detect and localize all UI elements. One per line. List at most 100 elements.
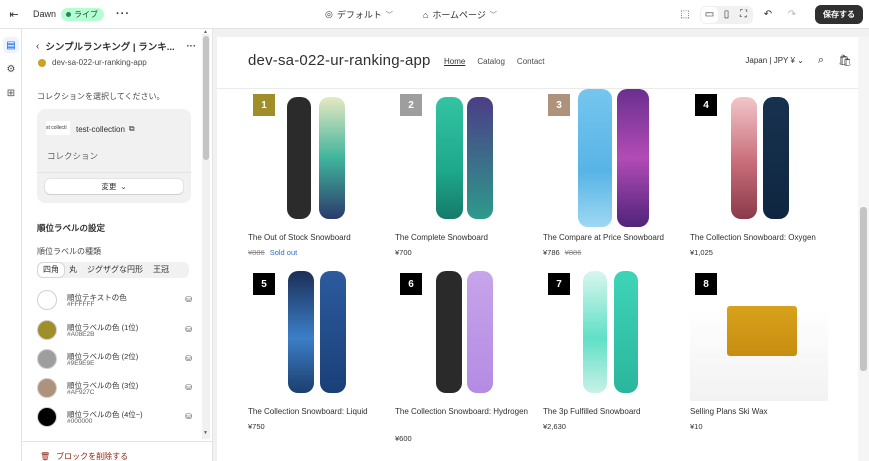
rank-badge: 1 xyxy=(253,94,275,116)
color-setting-row[interactable]: 順位テキストの色 #FFFFFF ⛁ xyxy=(37,290,192,312)
product-title[interactable]: The Collection Snowboard: Oxygen xyxy=(690,232,830,243)
product-price: ¥786 xyxy=(543,248,560,257)
rank-type-label: 順位ラベルの種類 xyxy=(37,247,101,256)
home-icon: ⌂ xyxy=(422,9,429,20)
color-swatch[interactable] xyxy=(37,349,57,369)
template-selector[interactable]: ◎ デフォルト ﹀ xyxy=(325,8,393,21)
product-title[interactable]: The Collection Snowboard: Hydrogen xyxy=(395,406,535,417)
product-image: 2 xyxy=(395,89,533,223)
scrollbar-thumb[interactable] xyxy=(203,36,209,160)
page-selector[interactable]: ⌂ ホームページ ﹀ xyxy=(423,8,497,21)
color-swatch[interactable] xyxy=(37,378,57,398)
fullscreen-icon[interactable]: ⛶ xyxy=(735,7,752,23)
price-row: ¥750 xyxy=(248,422,265,431)
nav-contact[interactable]: Contact xyxy=(517,57,545,66)
product-image: 1 xyxy=(248,89,386,223)
app-embeds-icon[interactable]: ⊞ xyxy=(3,85,19,101)
color-setting-hex: #AF927C xyxy=(67,389,95,396)
save-button[interactable]: 保存する xyxy=(815,5,863,24)
snowboard-image xyxy=(287,97,311,219)
change-collection-button[interactable]: 変更 ⌄ xyxy=(45,179,183,194)
dynamic-source-icon[interactable]: ⛁ xyxy=(185,412,192,421)
color-setting-row[interactable]: 順位ラベルの色 (2位) #9E9E9E ⛁ xyxy=(37,349,192,371)
color-setting-row[interactable]: 順位ラベルの色 (3位) #AF927C ⛁ xyxy=(37,378,192,400)
mobile-icon[interactable]: ▯ xyxy=(718,7,735,23)
collection-link[interactable]: test-collection ⧉ xyxy=(76,124,135,134)
exit-icon[interactable]: ⇤ xyxy=(5,5,23,23)
nav-catalog[interactable]: Catalog xyxy=(477,57,505,66)
undo-icon[interactable]: ↶ xyxy=(759,6,777,24)
scroll-up-icon[interactable]: ▲ xyxy=(203,29,208,35)
product-price: ¥1,025 xyxy=(690,248,713,257)
template-controls: ◎ デフォルト ﹀ ⌂ ホームページ ﹀ xyxy=(325,0,497,29)
snowboard-image xyxy=(320,271,346,393)
device-toggle-group: ▭ ▯ ⛶ xyxy=(700,5,753,24)
rank-badge: 2 xyxy=(400,94,422,116)
rank-type-square[interactable]: 四角 xyxy=(38,263,64,277)
desktop-icon[interactable]: ▭ xyxy=(701,6,718,23)
product-title[interactable]: The Compare at Price Snowboard xyxy=(543,232,683,243)
scroll-down-icon[interactable]: ▼ xyxy=(203,430,208,436)
live-badge-label: ライブ xyxy=(74,9,99,19)
scrollbar-thumb[interactable] xyxy=(860,207,867,371)
price-row: ¥10 xyxy=(690,422,703,431)
snowboard-image xyxy=(319,97,345,219)
theme-settings-icon[interactable]: ⚙ xyxy=(3,61,19,77)
search-icon[interactable]: ⌕ xyxy=(818,54,824,67)
back-icon[interactable]: ‹ xyxy=(36,41,39,52)
rank-type-zigzag[interactable]: ジグザグな円形 xyxy=(82,263,148,277)
product-price: ¥600 xyxy=(395,434,412,443)
product-image: 8 xyxy=(690,268,828,402)
dynamic-source-icon[interactable]: ⛁ xyxy=(185,354,192,363)
sections-icon[interactable]: ▤ xyxy=(3,37,19,53)
product-image: 4 xyxy=(690,89,828,223)
product-title[interactable]: The Out of Stock Snowboard xyxy=(248,232,388,243)
product-title[interactable]: The 3p Fulfilled Snowboard xyxy=(543,406,683,417)
dynamic-source-icon[interactable]: ⛁ xyxy=(185,383,192,392)
inspector-icon[interactable]: ⬚ xyxy=(676,6,694,24)
divider xyxy=(22,441,212,442)
product-title[interactable]: The Complete Snowboard xyxy=(395,232,535,243)
collection-type-label: コレクション xyxy=(47,151,99,161)
product-title[interactable]: The Collection Snowboard: Liquid xyxy=(248,406,388,417)
color-swatch[interactable] xyxy=(37,407,57,427)
collection-picker: st collecti test-collection ⧉ コレクション 変更 … xyxy=(37,109,191,203)
cart-icon[interactable]: 🛍 xyxy=(838,54,852,67)
product-title[interactable]: Selling Plans Ski Wax xyxy=(690,406,830,417)
color-setting-row[interactable]: 順位ラベルの色 (1位) #A08E2B ⛁ xyxy=(37,320,192,342)
rank-type-crown[interactable]: 王冠 xyxy=(148,263,174,277)
panel-scrollbar[interactable] xyxy=(202,34,210,439)
chevron-down-icon: ⌄ xyxy=(120,182,127,191)
chevron-down-icon: ﹀ xyxy=(489,11,497,19)
price-row: ¥700 xyxy=(395,248,412,257)
rank-badge: 7 xyxy=(548,273,570,295)
rank-type-circle[interactable]: 丸 xyxy=(64,263,82,277)
remove-block-button[interactable]: 🗑 ブロックを削除する xyxy=(40,451,128,461)
compare-at-price: ¥886 xyxy=(564,248,582,257)
template-selector-label: デフォルト xyxy=(336,10,382,20)
live-dot-icon xyxy=(66,11,72,17)
preview-scrollbar[interactable] xyxy=(858,37,869,461)
store-logo-text[interactable]: dev-sa-022-ur-ranking-app xyxy=(248,52,431,69)
more-actions-icon[interactable]: ··· xyxy=(116,8,130,20)
color-swatch[interactable] xyxy=(37,320,57,340)
color-swatch[interactable] xyxy=(37,290,57,310)
redo-icon[interactable]: ↷ xyxy=(783,6,801,24)
dynamic-source-icon[interactable]: ⛁ xyxy=(185,295,192,304)
more-actions-icon[interactable]: ··· xyxy=(187,41,197,52)
locale-selector[interactable]: Japan | JPY ¥ ⌄ xyxy=(745,56,803,65)
color-setting-hex: #000000 xyxy=(67,418,93,425)
chevron-down-icon: ⌄ xyxy=(797,56,804,65)
snowboard-image xyxy=(436,97,463,219)
block-settings-panel: ‹ シンプルランキング | ランキ... ··· dev-sa-022-ur-r… xyxy=(22,29,213,461)
color-setting-row[interactable]: 順位ラベルの色 (4位~) #000000 ⛁ xyxy=(37,407,192,429)
external-link-icon: ⧉ xyxy=(128,124,135,133)
snowboard-image xyxy=(467,271,493,393)
nav-home[interactable]: Home xyxy=(444,57,465,66)
product-price: ¥2,630 xyxy=(543,422,566,431)
ski-wax-image xyxy=(727,306,797,356)
dynamic-source-icon[interactable]: ⛁ xyxy=(185,325,192,334)
price-row: ¥2,630 xyxy=(543,422,566,431)
change-label: 変更 xyxy=(101,182,117,191)
trash-icon: 🗑 xyxy=(40,452,51,461)
